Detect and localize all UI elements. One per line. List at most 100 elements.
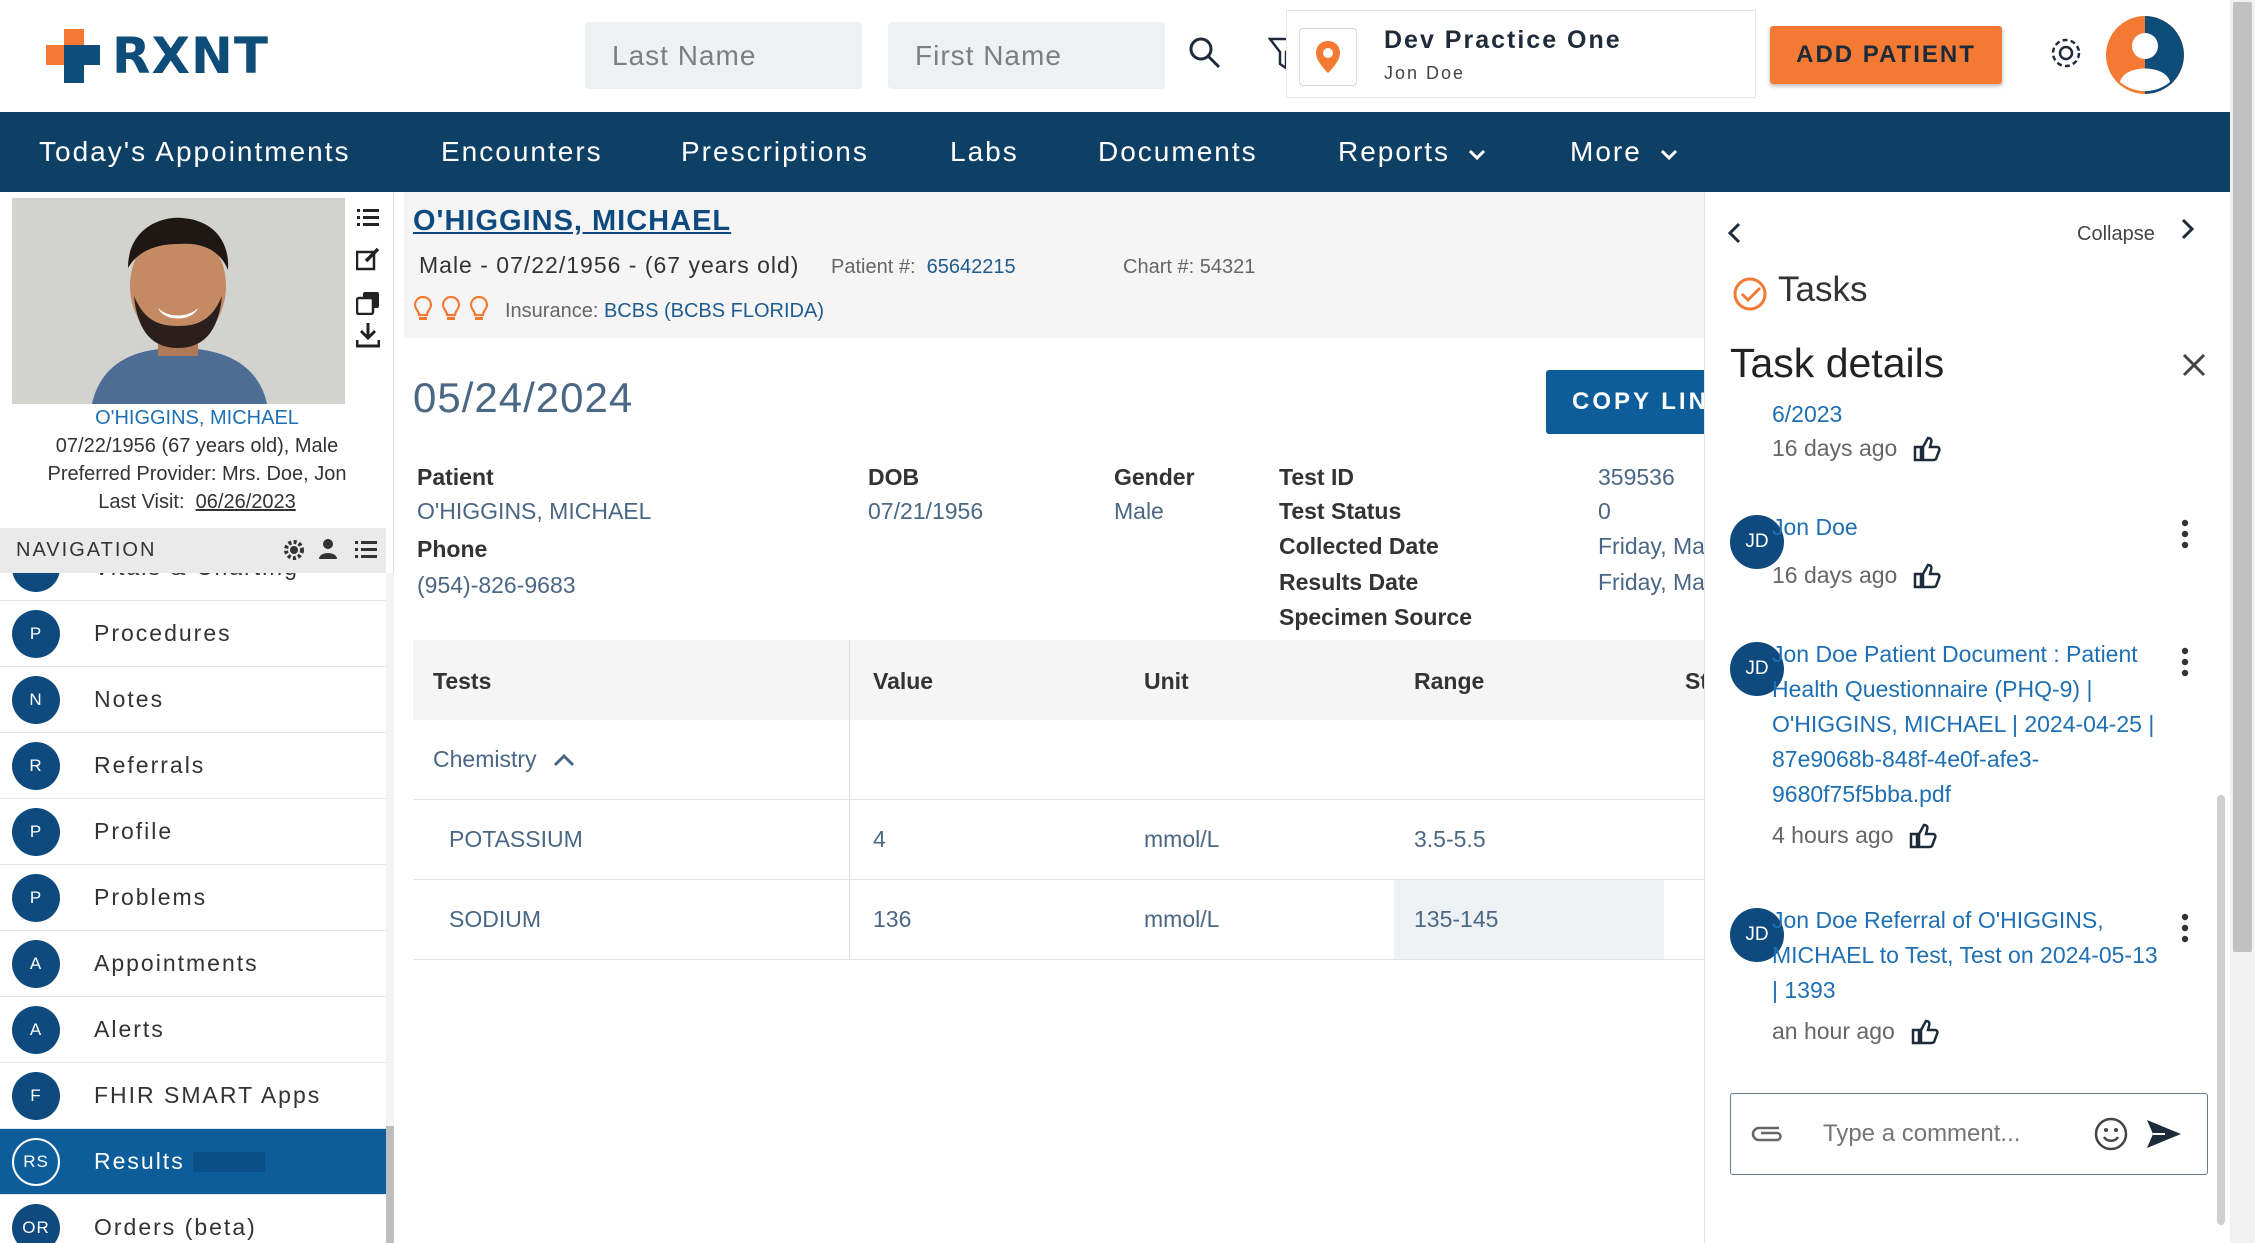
collapse-label: Collapse (2077, 223, 2155, 245)
more-options-icon[interactable] (2181, 519, 2189, 549)
task-check-icon (1732, 276, 1768, 317)
patient-name-link[interactable]: O'HIGGINS, MICHAEL (413, 205, 731, 238)
activity-text[interactable]: Jon Doe (1772, 510, 2162, 545)
last-visit-date[interactable]: 06/26/2023 (196, 491, 296, 513)
patient-card-name[interactable]: O'HIGGINS, MICHAEL (0, 404, 394, 432)
user-avatar[interactable] (2106, 16, 2184, 94)
nav-item-alerts[interactable]: A Alerts (0, 997, 386, 1063)
last-visit-label: Last Visit: (98, 491, 185, 513)
page-scrollbar-thumb[interactable] (2233, 2, 2252, 952)
nav-item-fhir-smart-apps[interactable]: F FHIR SMART Apps (0, 1063, 386, 1129)
settings-gear-icon[interactable] (2048, 35, 2084, 76)
test-status-label: Test Status (1279, 498, 1402, 524)
more-options-icon[interactable] (2181, 647, 2189, 677)
practice-selector[interactable]: Dev Practice One Jon Doe (1286, 10, 1756, 98)
first-name-input[interactable]: First Name (888, 22, 1165, 89)
insurance-value[interactable]: BCBS (BCBS FLORIDA) (604, 300, 824, 322)
patient-number-label: Patient #: (831, 256, 916, 278)
nav-item-abbr: OR (12, 1203, 60, 1243)
list-icon[interactable] (355, 204, 381, 230)
table-group-row[interactable]: Chemistry (413, 720, 1704, 800)
nav-more[interactable]: More (1570, 136, 1678, 168)
cell-range: 135-145 (1414, 906, 1499, 932)
add-patient-button[interactable]: ADD PATIENT (1770, 26, 2002, 84)
thumbs-up-icon[interactable] (1909, 823, 1938, 849)
navigation-list: VVitals & Charting PProcedures NNotes RR… (0, 573, 386, 1243)
comment-input[interactable] (1823, 1120, 2083, 1148)
search-icon[interactable] (1188, 36, 1222, 75)
nav-item-label: Results (94, 1148, 185, 1174)
nav-encounters[interactable]: Encounters (441, 136, 603, 168)
group-toggle[interactable]: Chemistry (433, 746, 575, 773)
nav-item-results[interactable]: RS Results (0, 1129, 386, 1195)
test-id-label: Test ID (1279, 464, 1354, 490)
task-details-title: Task details (1730, 340, 1945, 386)
emoji-icon[interactable] (2094, 1117, 2128, 1156)
navigation-scrollbar[interactable] (386, 573, 394, 1243)
nav-list-icon[interactable] (355, 540, 377, 566)
close-icon[interactable] (2181, 352, 2207, 383)
paperclip-icon[interactable] (1749, 1120, 1785, 1153)
thumbs-up-icon[interactable] (1913, 436, 1941, 462)
patient-card-last-visit: Last Visit: 06/26/2023 (0, 488, 394, 516)
nav-item-notes[interactable]: N Notes (0, 667, 386, 733)
nav-labs[interactable]: Labs (950, 136, 1019, 168)
lightbulb-icon[interactable] (414, 296, 432, 322)
send-icon[interactable] (2145, 1118, 2183, 1155)
insurance-info: Insurance: BCBS (BCBS FLORIDA) (505, 300, 824, 323)
nav-item-profile[interactable]: P Profile (0, 799, 386, 865)
results-date-label: Results Date (1279, 569, 1419, 595)
activity-text[interactable]: Jon Doe Patient Document : Patient Healt… (1772, 637, 2162, 812)
last-name-input[interactable]: Last Name (585, 22, 862, 89)
tasks-title: Tasks (1778, 270, 1868, 309)
result-date: 05/24/2024 (413, 374, 634, 421)
rxnt-logo[interactable]: RXNT (42, 26, 269, 86)
table-row[interactable]: SODIUM 136 mmol/L 135-145 (413, 880, 1704, 960)
nav-item-label: FHIR SMART Apps (94, 1082, 322, 1108)
copy-icon[interactable] (355, 290, 381, 316)
copy-link-button[interactable]: COPY LINK (1546, 370, 1704, 434)
dob-value: 07/21/1956 (868, 498, 984, 524)
chevron-down-icon (1660, 136, 1678, 168)
nav-item-problems[interactable]: P Problems (0, 865, 386, 931)
user-avatar-icon (2120, 16, 2184, 94)
lightbulb-icon[interactable] (442, 296, 460, 322)
nav-settings-gear-icon[interactable] (283, 539, 305, 567)
activity-text[interactable]: 6/2023 (1772, 397, 2162, 432)
nav-prescriptions[interactable]: Prescriptions (681, 136, 869, 168)
chart-number-value: 54321 (1199, 256, 1256, 278)
lightbulb-icon[interactable] (470, 296, 488, 322)
page-scrollbar[interactable] (2230, 0, 2255, 1243)
thumbs-up-icon[interactable] (1913, 563, 1941, 589)
collapse-button[interactable]: Collapse (2077, 218, 2195, 246)
patient-number-value[interactable]: 65642215 (927, 256, 1016, 278)
tasks-panel: Collapse Tasks Task details 6/2023 16 da… (1704, 192, 2230, 1243)
nav-todays-appointments[interactable]: Today's Appointments (39, 136, 351, 168)
activity-time: 16 days ago (1772, 435, 1941, 462)
download-icon[interactable] (355, 322, 381, 348)
nav-item-appointments[interactable]: A Appointments (0, 931, 386, 997)
more-options-icon[interactable] (2181, 913, 2189, 943)
thumbs-up-icon[interactable] (1911, 1019, 1939, 1045)
chevron-left-icon[interactable] (1727, 222, 1741, 249)
nav-reports[interactable]: Reports (1338, 136, 1486, 168)
column-header-tests: Tests (433, 668, 492, 694)
nav-documents[interactable]: Documents (1098, 136, 1258, 168)
table-row[interactable]: POTASSIUM 4 mmol/L 3.5-5.5 (413, 800, 1704, 880)
test-id-value: 359536 (1598, 464, 1675, 490)
chart-number: Chart #: 54321 (1123, 256, 1255, 279)
nav-person-icon[interactable] (318, 538, 338, 566)
edit-icon[interactable] (355, 246, 381, 272)
nav-item-abbr: R (12, 741, 60, 790)
nav-item-orders[interactable]: OR Orders (beta) (0, 1195, 386, 1243)
task-feed-scrollbar[interactable] (2217, 795, 2225, 1225)
location-pin-icon[interactable] (1299, 28, 1357, 86)
column-header-unit: Unit (1144, 668, 1189, 694)
patient-value: O'HIGGINS, MICHAEL (417, 498, 652, 524)
nav-item-procedures[interactable]: P Procedures (0, 601, 386, 667)
nav-item-referrals[interactable]: R Referrals (0, 733, 386, 799)
group-label: Chemistry (433, 746, 537, 772)
nav-item-vitals[interactable]: V Vitals & Charting (0, 573, 386, 601)
navigation-scrollbar-thumb[interactable] (386, 1126, 394, 1243)
activity-text[interactable]: Jon Doe Referral of O'HIGGINS, MICHAEL t… (1772, 903, 2162, 1008)
